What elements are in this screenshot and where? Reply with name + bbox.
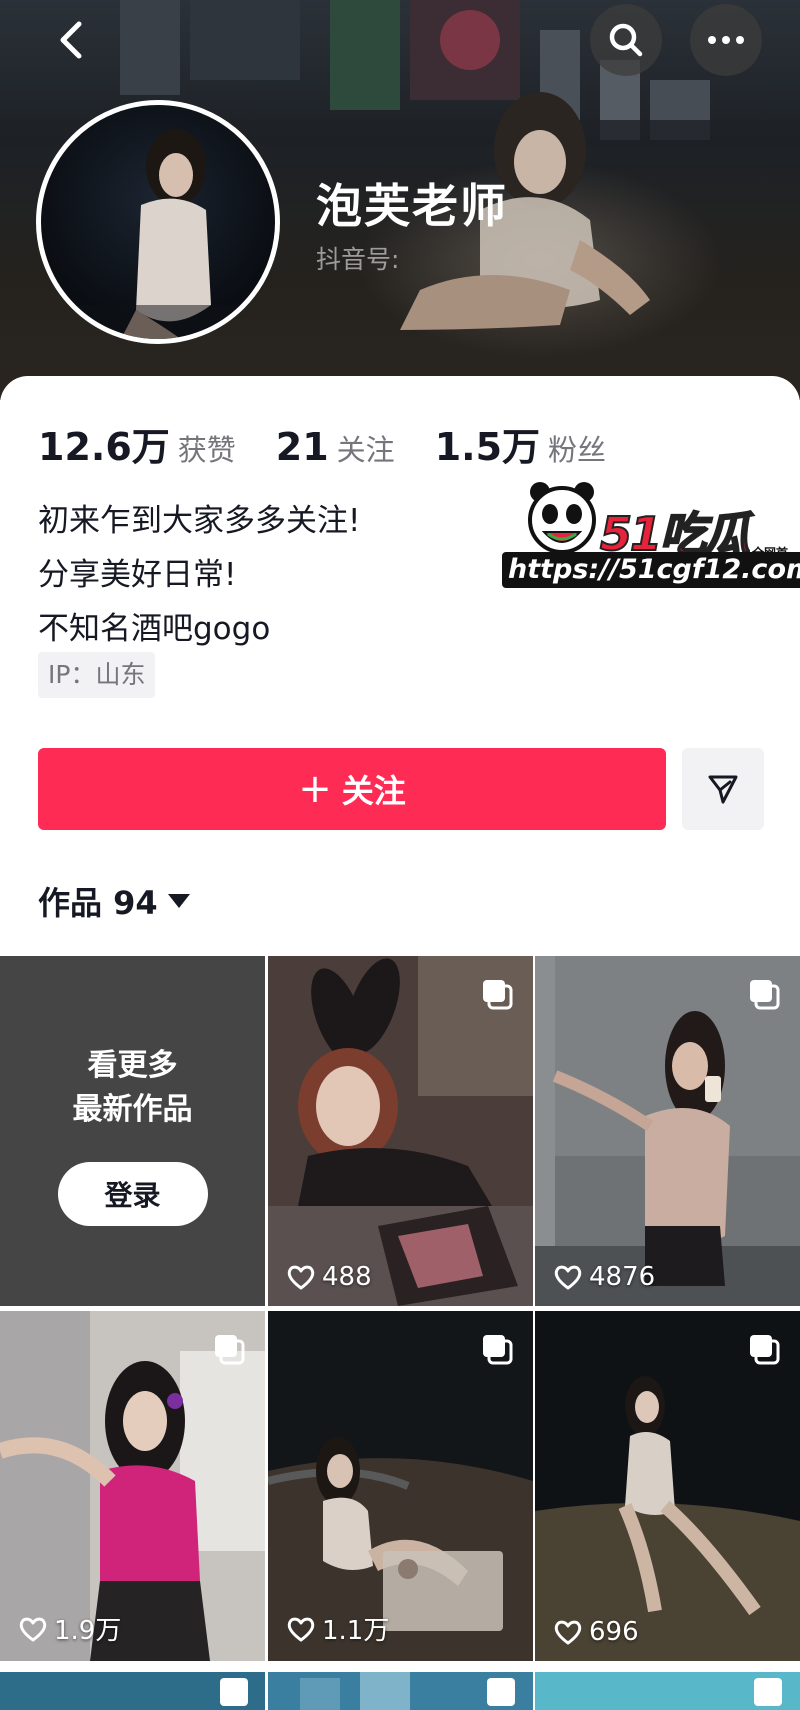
avatar-image xyxy=(41,129,275,339)
send-message-button[interactable] xyxy=(682,748,764,830)
stat-followers[interactable]: 1.5万 粉丝 xyxy=(435,416,606,471)
panda-mascot-logo xyxy=(528,482,596,554)
search-icon xyxy=(609,23,643,57)
like-count-value: 696 xyxy=(589,1617,639,1647)
next-row-thumbnails xyxy=(0,1672,800,1710)
profile-cover: 泡芙老师 抖音号: xyxy=(0,0,800,400)
bio-line: 不知名酒吧gogo xyxy=(38,611,271,647)
like-count: 1.9万 xyxy=(18,1610,121,1647)
search-button[interactable] xyxy=(590,4,662,76)
works-grid: 看更多 最新作品 登录 488 4876 1.9万 1.1万 696 xyxy=(0,956,800,1710)
like-count: 488 xyxy=(286,1262,372,1292)
watermark-url: https://51cgf12.com xyxy=(502,552,800,588)
bio-line: 分享美好日常! xyxy=(38,557,237,593)
caret-down-icon xyxy=(167,894,190,908)
like-count: 4876 xyxy=(553,1262,655,1292)
more-dots-icon xyxy=(708,36,744,44)
heart-outline-icon xyxy=(554,1265,582,1290)
login-prompt-cell: 看更多 最新作品 登录 xyxy=(0,956,265,1306)
ip-location-tag: IP：山东 xyxy=(38,652,156,698)
heart-outline-icon xyxy=(287,1265,315,1290)
video-thumbnail[interactable]: 488 xyxy=(268,956,533,1306)
video-thumbnail[interactable]: 696 xyxy=(535,1311,800,1661)
stat-likes-value: 12.6万 xyxy=(38,425,170,469)
login-button[interactable]: 登录 xyxy=(57,1162,208,1226)
multi-image-icon xyxy=(483,1335,513,1365)
stat-following-value: 21 xyxy=(275,425,329,469)
login-prompt-title: 看更多 最新作品 xyxy=(73,1044,193,1132)
like-count-value: 1.1万 xyxy=(322,1616,390,1646)
login-prompt-line: 看更多 xyxy=(87,1048,178,1083)
multi-image-icon xyxy=(483,980,513,1010)
profile-info-card: 12.6万 获赞 21 关注 1.5万 粉丝 初来乍到大家多多关注! 分享美好日… xyxy=(0,376,800,946)
plus-icon: + xyxy=(298,766,332,812)
multi-image-icon xyxy=(750,1335,780,1365)
stat-followers-label: 粉丝 xyxy=(548,433,607,467)
multi-image-icon xyxy=(215,1335,245,1365)
heart-outline-icon xyxy=(19,1617,47,1641)
stat-likes[interactable]: 12.6万 获赞 xyxy=(38,416,236,471)
follow-button-label: 关注 xyxy=(341,772,406,810)
douyin-id-label: 抖音号: xyxy=(316,245,400,274)
chevron-left-icon xyxy=(60,21,82,59)
video-thumbnail[interactable]: 1.9万 xyxy=(0,1311,265,1661)
bio: 初来乍到大家多多关注! 分享美好日常! 不知名酒吧gogo xyxy=(38,494,360,656)
like-count-value: 4876 xyxy=(589,1262,656,1292)
heart-outline-icon xyxy=(287,1617,315,1641)
video-thumbnail[interactable]: 1.1万 xyxy=(268,1311,533,1661)
like-count: 696 xyxy=(553,1617,639,1647)
nickname: 泡芙老师 xyxy=(316,179,508,233)
like-count-value: 488 xyxy=(322,1262,372,1292)
stats-row: 12.6万 获赞 21 关注 1.5万 粉丝 xyxy=(38,416,646,471)
tab-works-label: 作品 94 xyxy=(38,884,158,922)
like-count-value: 1.9万 xyxy=(54,1616,122,1646)
tab-works[interactable]: 作品 94 xyxy=(38,878,190,924)
bio-line: 初来乍到大家多多关注! xyxy=(38,503,361,539)
paper-plane-icon xyxy=(708,775,738,804)
follow-button[interactable]: + 关注 xyxy=(38,748,666,830)
back-button[interactable] xyxy=(36,4,108,76)
avatar[interactable] xyxy=(36,100,280,344)
stat-followers-value: 1.5万 xyxy=(434,425,541,469)
video-thumbnail[interactable]: 4876 xyxy=(535,956,800,1306)
multi-image-icon xyxy=(750,980,780,1010)
stat-following[interactable]: 21 关注 xyxy=(276,425,395,469)
like-count: 1.1万 xyxy=(286,1610,389,1647)
stat-likes-label: 获赞 xyxy=(177,433,236,467)
login-prompt-line: 最新作品 xyxy=(72,1092,193,1127)
more-button[interactable] xyxy=(690,4,762,76)
watermark: 51吃瓜 全网首发 https://51cgf12.com xyxy=(500,478,800,590)
stat-following-label: 关注 xyxy=(336,433,395,467)
heart-outline-icon xyxy=(554,1620,582,1645)
